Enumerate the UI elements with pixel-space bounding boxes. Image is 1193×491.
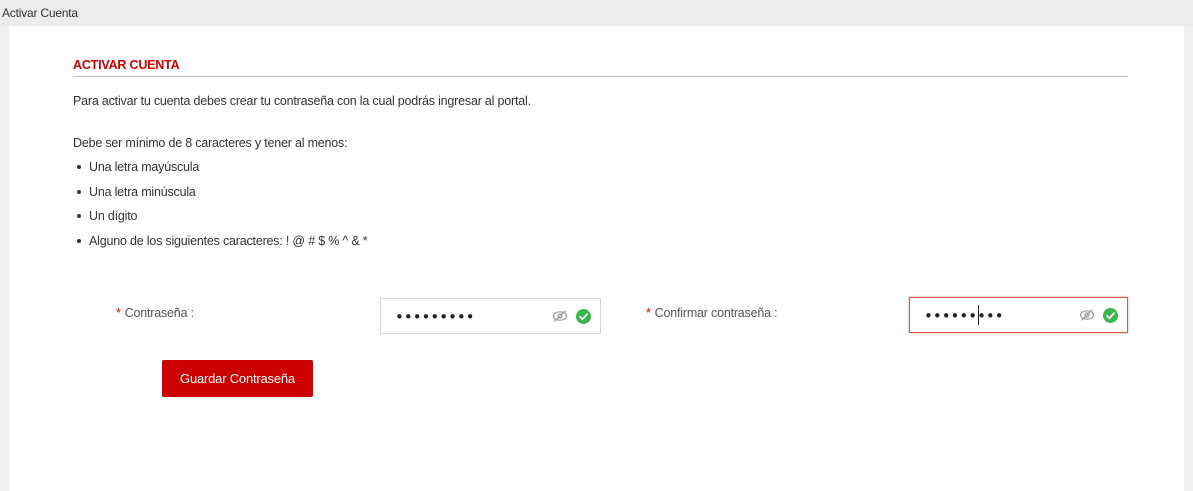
text-caret	[978, 305, 979, 325]
confirm-password-field[interactable]: •••••••••	[909, 297, 1128, 333]
password-value: •••••••••	[395, 308, 475, 326]
check-circle-icon	[1103, 308, 1118, 323]
requirement-text: Una letra minúscula	[89, 184, 196, 199]
confirm-password-value: •••••••••	[924, 307, 1004, 325]
requirement-text: Un dígito	[89, 209, 138, 223]
requirements-list: Una letra mayúscula Una letra minúscula …	[73, 160, 368, 259]
requirement-item: Una letra mayúscula	[73, 160, 367, 185]
bullet-icon	[77, 165, 81, 169]
requirement-text: Una letra mayúscula	[89, 160, 200, 174]
section-title: ACTIVAR CUENTA	[73, 58, 180, 72]
bullet-icon	[77, 238, 81, 243]
requirement-item: Una letra minúscula	[73, 185, 367, 210]
required-mark: *	[646, 306, 651, 320]
requirement-text: Alguno de los siguientes caracteres: ! @…	[89, 233, 368, 248]
title-divider	[73, 76, 1128, 77]
save-password-button[interactable]: Guardar Contraseña	[162, 360, 313, 397]
activate-account-panel: ACTIVAR CUENTA Para activar tu cuenta de…	[9, 26, 1184, 491]
confirm-password-label: * Confirmar contraseña :	[646, 306, 778, 320]
password-field[interactable]: •••••••••	[380, 298, 601, 334]
confirm-password-label-text: Confirmar contraseña :	[654, 306, 778, 320]
required-mark: *	[116, 306, 121, 320]
password-label: * Contraseña :	[116, 306, 194, 320]
bullet-icon	[77, 189, 81, 194]
bullet-icon	[77, 214, 81, 218]
password-label-text: Contraseña :	[124, 306, 194, 320]
requirement-item: Un dígito	[73, 209, 367, 234]
breadcrumb: Activar Cuenta	[0, 0, 1193, 26]
eye-slash-icon[interactable]	[1079, 308, 1095, 322]
check-circle-icon	[576, 309, 591, 324]
intro-text: Para activar tu cuenta debes crear tu co…	[73, 94, 531, 108]
page: Activar Cuenta ACTIVAR CUENTA Para activ…	[0, 0, 1193, 491]
requirements-lead: Debe ser mínimo de 8 caracteres y tener …	[73, 136, 348, 150]
requirement-item: Alguno de los siguientes caracteres: ! @…	[73, 233, 368, 259]
eye-slash-icon[interactable]	[552, 309, 568, 323]
